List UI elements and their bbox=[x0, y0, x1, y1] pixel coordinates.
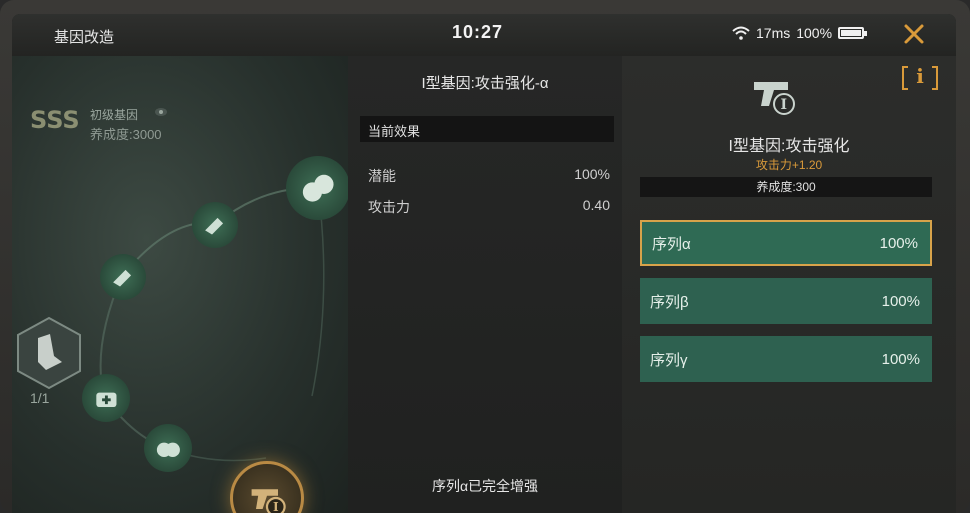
sequence-label: 序列γ bbox=[650, 351, 688, 369]
wifi-icon bbox=[732, 26, 750, 40]
gene-node-attack-2[interactable] bbox=[192, 202, 238, 248]
effect-header: 当前效果 bbox=[360, 116, 614, 142]
status-bar: 基因改造 10:27 17ms 100% bbox=[12, 14, 956, 56]
gene-tree-panel: SSS 初级基因 养成度:3000 1/1 I bbox=[12, 56, 350, 513]
svg-text:I: I bbox=[273, 500, 279, 513]
gun-icon bbox=[113, 270, 132, 287]
svg-text:I: I bbox=[781, 97, 788, 113]
sequence-value: 100% bbox=[879, 234, 918, 252]
stat-value: 100% bbox=[574, 166, 610, 182]
battery-icon bbox=[838, 27, 868, 39]
system-status: 17ms 100% bbox=[732, 25, 868, 41]
page-title: 基因改造 bbox=[54, 29, 115, 46]
effect-title: I型基因:攻击强化-α bbox=[421, 75, 549, 92]
sequence-gamma-button[interactable]: 序列γ 100% bbox=[640, 336, 932, 382]
tier-label: 初级基因 bbox=[90, 108, 139, 122]
stat-label: 潜能 bbox=[368, 168, 396, 184]
tier-badge-icon: SSS bbox=[30, 106, 80, 134]
battery-text: 100% bbox=[796, 25, 833, 41]
tree-cultivation: 养成度:3000 bbox=[90, 127, 162, 142]
stat-row: 潜能 100% bbox=[368, 166, 610, 186]
gene-detail-panel: i I I型基因:攻击强化 攻击力+1.20 养成度:300 序列α 100% … bbox=[622, 56, 956, 513]
close-icon[interactable] bbox=[900, 20, 928, 48]
sequence-alpha-button[interactable]: 序列α 100% bbox=[640, 220, 932, 266]
clock: 10:27 bbox=[452, 22, 504, 42]
gene-node-top[interactable] bbox=[286, 156, 350, 220]
gun-gene-icon: I bbox=[754, 82, 795, 115]
effect-footer: 序列α已完全增强 bbox=[431, 478, 539, 494]
effect-panel: I型基因:攻击强化-α 当前效果 潜能 100% 攻击力 0.40 序列α已完全… bbox=[348, 56, 622, 513]
gene-node-medic[interactable] bbox=[82, 374, 130, 422]
sequence-beta-button[interactable]: 序列β 100% bbox=[640, 278, 932, 324]
gene-cultivation: 养成度:300 bbox=[640, 177, 932, 197]
pills-icon bbox=[156, 442, 180, 457]
game-screen: 基因改造 10:27 17ms 100% SSS 初级基因 养成度:3000 1… bbox=[12, 14, 956, 513]
info-button[interactable]: i bbox=[902, 64, 938, 90]
latency-text: 17ms bbox=[756, 25, 791, 41]
gene-node-icon bbox=[302, 174, 334, 202]
gene-node-attack-1[interactable] bbox=[100, 254, 146, 300]
sequence-value: 100% bbox=[881, 350, 920, 368]
stat-row: 攻击力 0.40 bbox=[368, 197, 610, 217]
svg-text:SSS: SSS bbox=[30, 106, 80, 134]
device-frame: 基因改造 10:27 17ms 100% SSS 初级基因 养成度:3000 1… bbox=[0, 0, 970, 513]
gene-node-pills[interactable] bbox=[144, 424, 192, 472]
eye-icon[interactable] bbox=[154, 107, 168, 117]
sequence-value: 100% bbox=[881, 292, 920, 310]
stat-value: 0.40 bbox=[582, 197, 610, 213]
gun-icon bbox=[205, 218, 224, 235]
sequence-label: 序列α bbox=[652, 235, 691, 253]
sequence-label: 序列β bbox=[650, 293, 689, 311]
gun-badge-icon: I bbox=[251, 489, 286, 513]
medkit-icon bbox=[95, 392, 117, 407]
stat-label: 攻击力 bbox=[368, 199, 410, 215]
slot-count: 1/1 bbox=[30, 390, 50, 406]
gene-name: I型基因:攻击强化 bbox=[728, 138, 850, 155]
gene-bonus: 攻击力+1.20 bbox=[755, 158, 823, 172]
gene-slot-hexagon[interactable] bbox=[16, 316, 82, 390]
